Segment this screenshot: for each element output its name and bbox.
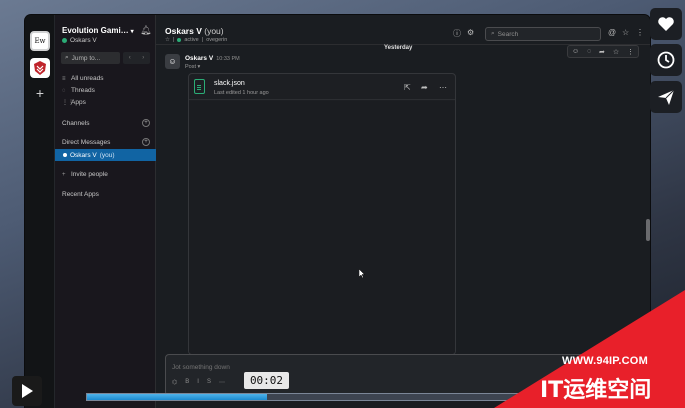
share-button[interactable]: [650, 81, 682, 113]
file-content: [189, 101, 455, 354]
invite-people-button[interactable]: + Invite people: [62, 171, 108, 178]
file-header: slack.json Last edited 1 hour ago ⇱ ➦ ⋯: [189, 74, 455, 100]
play-button[interactable]: [12, 376, 42, 406]
more-icon[interactable]: ⋮: [627, 48, 634, 56]
gear-icon[interactable]: ⚙: [467, 28, 474, 37]
watch-later-button[interactable]: [650, 44, 682, 76]
bell-icon[interactable]: 🔔︎: [140, 25, 151, 36]
file-preview-card[interactable]: slack.json Last edited 1 hour ago ⇱ ➦ ⋯: [188, 73, 456, 355]
presence-dot: [177, 38, 182, 42]
forward-arrow-icon[interactable]: ›: [142, 55, 144, 61]
file-name[interactable]: slack.json: [214, 80, 245, 87]
history-nav: ‹ ›: [123, 52, 150, 64]
star-icon[interactable]: ☆: [165, 37, 170, 43]
message-actions: ☺ ◌ ➦ ☆ ⋮: [567, 45, 639, 58]
like-button[interactable]: [650, 8, 682, 40]
playback-time: 00:02: [244, 372, 289, 389]
sidebar-item-all-unreads[interactable]: ≡ All unreads: [62, 75, 104, 82]
scrollbar-thumb[interactable]: [646, 219, 650, 241]
channel-meta: ☆ | active | ovegerin: [165, 37, 228, 43]
workspace-name[interactable]: Evolution Gami… ▾: [62, 26, 134, 35]
thread-icon[interactable]: ◌: [587, 48, 591, 55]
search-icon: ⌕: [491, 30, 495, 37]
workspace-rail: Ew +: [25, 15, 55, 408]
current-user: Oskars V: [62, 37, 97, 44]
avatar[interactable]: ☺: [165, 54, 180, 69]
presence-dot: [62, 38, 67, 43]
threads-icon: ◌: [62, 87, 66, 94]
reaction-icon[interactable]: ☺: [572, 48, 579, 55]
plus-icon: +: [62, 171, 66, 178]
more-icon[interactable]: ⋮: [636, 28, 644, 37]
sidebar-item-dm-self[interactable]: Oskars V (you): [55, 149, 156, 161]
info-icon[interactable]: ⓘ: [453, 28, 461, 39]
progress-bar[interactable]: [86, 393, 616, 401]
jump-to-button[interactable]: ⌕ Jump to...: [61, 52, 120, 64]
play-icon: [22, 384, 33, 398]
paper-plane-icon: [658, 89, 675, 105]
back-arrow-icon[interactable]: ‹: [129, 55, 131, 61]
slack-window: Ew + Evolution Gami… ▾ 🔔︎ Oskars V ⌕ Jump …: [25, 15, 650, 408]
add-dm-icon[interactable]: +: [142, 138, 150, 146]
star-icon[interactable]: ☆: [613, 48, 619, 56]
sidebar-item-apps[interactable]: ⋮⋮ Apps: [62, 99, 86, 106]
search-input[interactable]: ⌕ Search: [485, 27, 601, 41]
star-icon[interactable]: ☆: [622, 28, 629, 37]
heart-icon: [658, 17, 674, 31]
progress-fill: [87, 394, 267, 400]
chevron-down-icon: ▾: [130, 29, 134, 35]
workspace-tile-evolution[interactable]: Ew: [30, 31, 50, 51]
file-edited: Last edited 1 hour ago: [214, 90, 269, 96]
add-workspace-button[interactable]: +: [30, 83, 50, 103]
video-player-bar: 00:02: [0, 371, 685, 408]
open-external-icon[interactable]: ⇱: [404, 83, 411, 92]
more-icon[interactable]: ⋯: [439, 83, 447, 92]
share-icon[interactable]: ➦: [599, 48, 605, 56]
channels-section-header[interactable]: Channels: [62, 120, 89, 127]
search-icon: ⌕: [65, 54, 69, 61]
channel-header: Oskars V (you) ☆ | active | ovegerin ⓘ ⚙ ⌕…: [156, 15, 650, 45]
share-icon[interactable]: ➦: [421, 83, 428, 92]
document-icon: [194, 79, 205, 94]
apps-icon: ⋮⋮: [62, 100, 74, 106]
workspace-tile-secondary[interactable]: [30, 58, 50, 78]
channel-title[interactable]: Oskars V (you): [165, 26, 224, 36]
message-subtitle: Post ▾: [185, 64, 201, 70]
main-pane: Oskars V (you) ☆ | active | ovegerin ⓘ ⚙ ⌕…: [156, 15, 650, 408]
message-author[interactable]: Oskars V 10:33 PM: [185, 55, 240, 62]
crest-icon: [34, 61, 46, 75]
presence-dot: [63, 153, 67, 157]
add-channel-icon[interactable]: +: [142, 119, 150, 127]
dm-section-header[interactable]: Direct Messages: [62, 139, 110, 146]
clock-icon: [657, 51, 675, 69]
unreads-icon: ≡: [62, 75, 66, 82]
sidebar-item-threads[interactable]: ◌ Threads: [62, 87, 95, 94]
recent-apps-header: Recent Apps: [62, 191, 99, 198]
channel-sidebar: Evolution Gami… ▾ 🔔︎ Oskars V ⌕ Jump to...…: [55, 15, 156, 408]
mouse-cursor-icon: [359, 269, 365, 278]
day-divider: Yesterday: [384, 45, 413, 51]
mentions-icon[interactable]: @: [608, 28, 616, 37]
